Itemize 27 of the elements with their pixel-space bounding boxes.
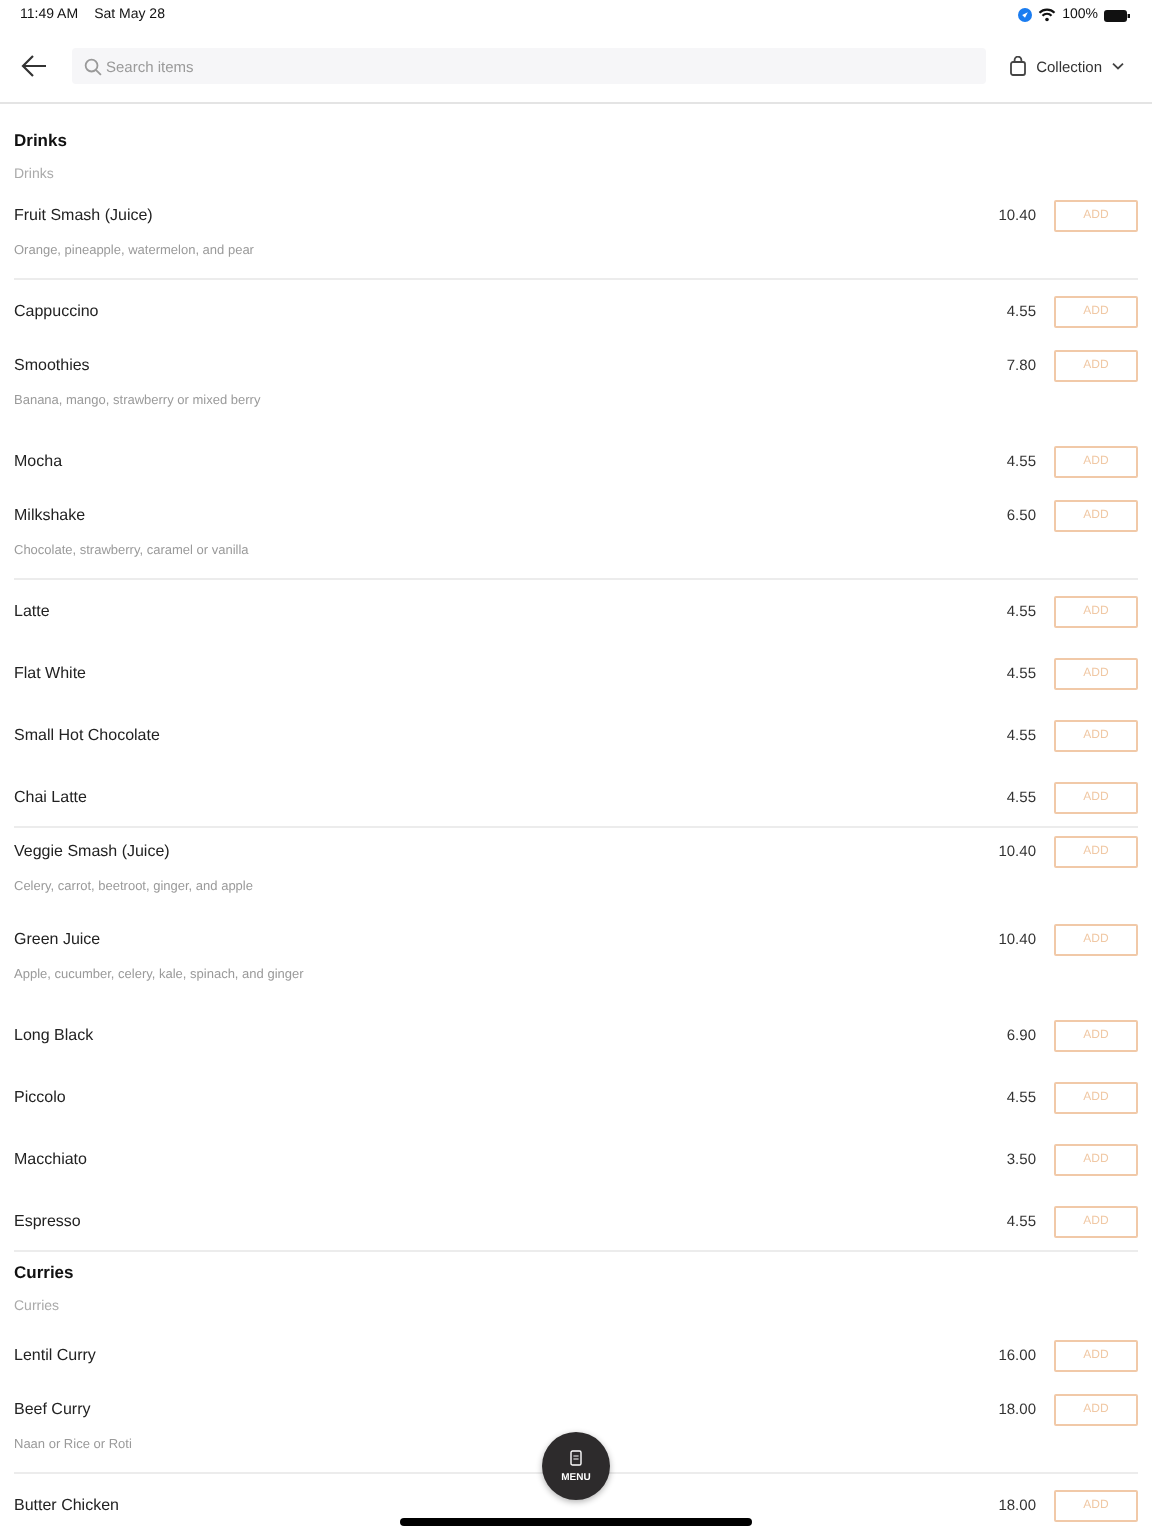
- item-name: Mocha: [14, 452, 63, 470]
- section-heading: Curries: [12, 1260, 76, 1282]
- item-name: Macchiato: [14, 1150, 87, 1168]
- item-name: Smoothies: [14, 356, 90, 374]
- item-name: Butter Chicken: [14, 1496, 119, 1514]
- item-name: Beef Curry: [14, 1400, 91, 1418]
- wifi-icon: [1038, 8, 1057, 22]
- chevron-down-icon: [1112, 62, 1124, 70]
- back-arrow-icon[interactable]: [20, 54, 48, 78]
- menu-icon: [570, 1449, 582, 1465]
- item-name: Long Black: [14, 1026, 94, 1044]
- item-name: Piccolo: [14, 1088, 66, 1106]
- item-name: Fruit Smash (Juice): [14, 206, 153, 224]
- item-name: Small Hot Chocolate: [14, 726, 160, 744]
- section-heading: Drinks: [12, 128, 69, 150]
- item-name: Veggie Smash (Juice): [14, 842, 170, 860]
- item-name: Cappuccino: [14, 302, 99, 320]
- item-name: Chai Latte: [14, 788, 87, 806]
- battery-icon: [1104, 9, 1130, 21]
- item-name: Milkshake: [14, 506, 86, 524]
- item-name: Lentil Curry: [14, 1346, 96, 1364]
- item-name: Espresso: [14, 1212, 81, 1230]
- item-name: Flat White: [14, 664, 87, 682]
- shopping-bag-icon: [1010, 56, 1027, 76]
- item-name: Green Juice: [14, 930, 101, 948]
- location-icon: [1018, 8, 1033, 22]
- item-name: Latte: [14, 602, 50, 620]
